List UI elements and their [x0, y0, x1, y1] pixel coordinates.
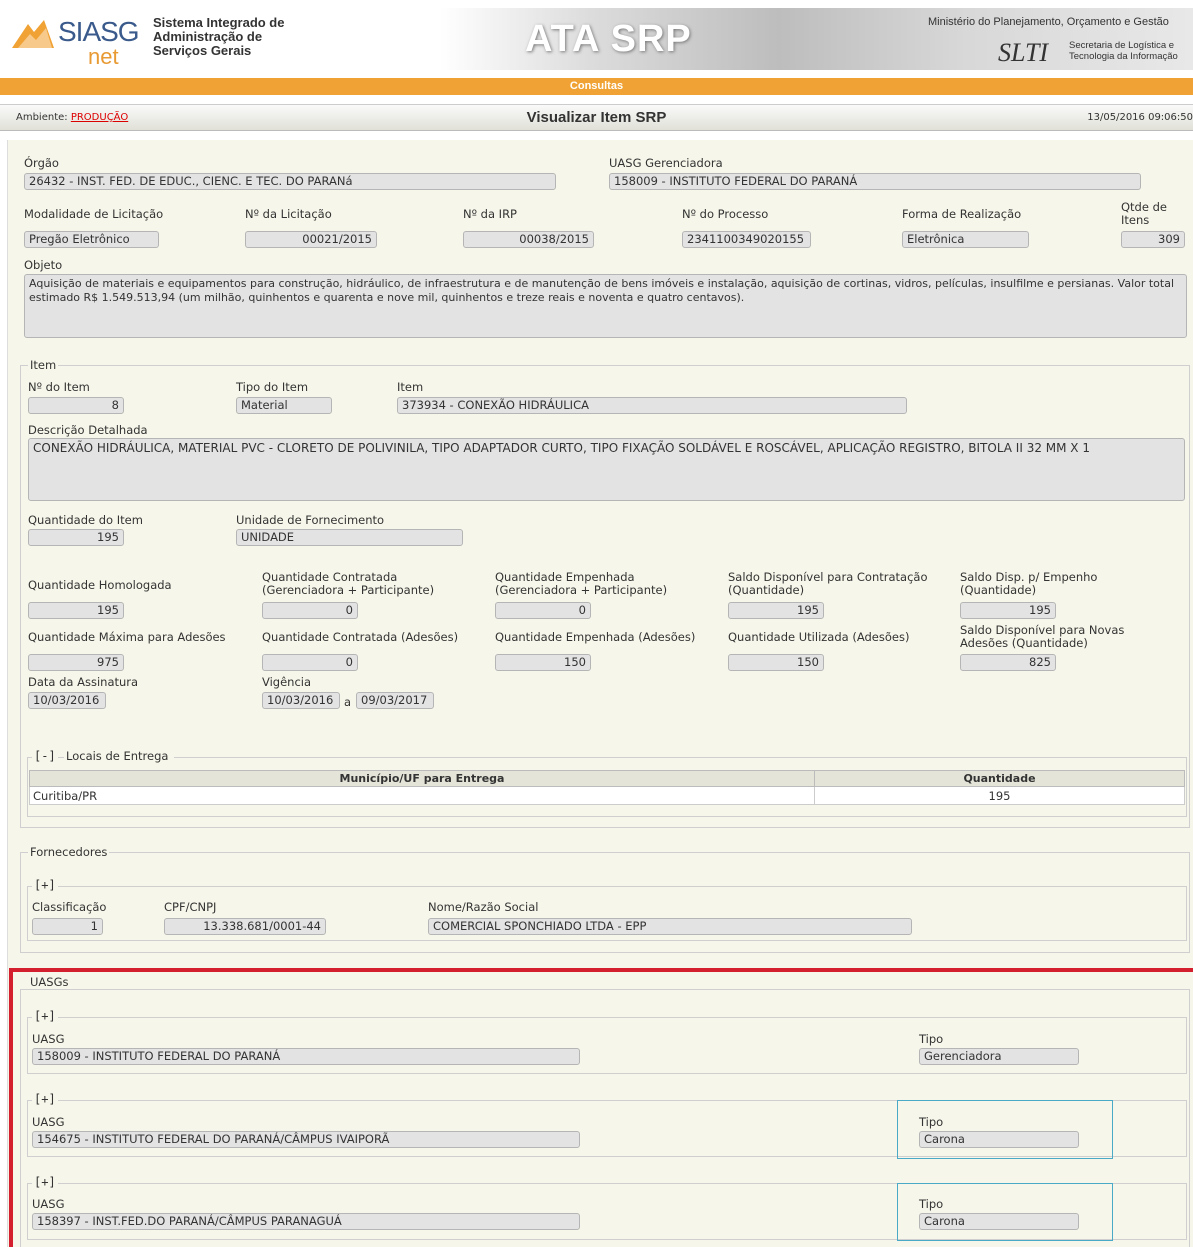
- uasg-gerenciadora-field: 158009 - INSTITUTO FEDERAL DO PARANÁ: [609, 173, 1141, 190]
- ministry-name: Ministério do Planejamento, Orçamento e …: [928, 16, 1169, 28]
- menu-consultas[interactable]: Consultas: [570, 80, 623, 92]
- forma-field: Eletrônica: [902, 231, 1029, 248]
- fornecedores-legend: Fornecedores: [28, 845, 110, 859]
- qtd-utilizada-field: 150: [728, 654, 824, 671]
- qtd-utilizada-label: Quantidade Utilizada (Adesões): [728, 630, 910, 644]
- cell-quantidade: 195: [814, 786, 1185, 805]
- qtd-empenhada-adesoes-field: 150: [495, 654, 591, 671]
- system-title-line: Serviços Gerais: [153, 43, 252, 58]
- uasg-gerenciadora-label: UASG Gerenciadora: [609, 156, 723, 170]
- irp-label: Nº da IRP: [463, 207, 517, 221]
- locais-table: Município/UF para Entrega Quantidade Cur…: [29, 770, 1185, 805]
- item-field: 373934 - CONEXÃO HIDRÁULICA: [397, 397, 907, 414]
- descricao-label: Descrição Detalhada: [28, 423, 148, 437]
- cnpj-field: 13.338.681/0001-44: [164, 918, 326, 935]
- qtd-item-field: 195: [28, 529, 124, 546]
- siasg-logo[interactable]: SIASG net: [10, 14, 143, 69]
- datetime: 13/05/2016 09:06:50: [1087, 112, 1193, 123]
- saldo-adesoes-field: 825: [960, 654, 1056, 671]
- modalidade-label: Modalidade de Licitação: [24, 207, 164, 221]
- qtd-contratada-adesoes-label: Quantidade Contratada (Adesões): [262, 630, 459, 644]
- classificacao-field: 1: [32, 918, 103, 935]
- qtd-contratada-adesoes-field: 0: [262, 654, 358, 671]
- locais-toggle[interactable]: [-]: [32, 749, 58, 763]
- saldo-contratacao-field: 195: [728, 602, 824, 619]
- system-title: Sistema Integrado de Administração de Se…: [153, 16, 284, 58]
- saldo-empenho-field: 195: [960, 602, 1056, 619]
- data-assinatura-label: Data da Assinatura: [28, 675, 139, 689]
- modalidade-field: Pregão Eletrônico: [24, 231, 159, 248]
- qtde-itens-label: Qtde de Itens: [1121, 200, 1167, 227]
- menu-bar: Consultas: [0, 78, 1193, 95]
- unidade-field: UNIDADE: [236, 529, 463, 546]
- system-title-line: Sistema Integrado de: [153, 15, 285, 30]
- objeto-label: Objeto: [24, 258, 63, 272]
- slti-text-line: Tecnologia da Informação: [1069, 51, 1178, 62]
- page-title: Visualizar Item SRP: [526, 109, 667, 126]
- licitacao-label: Nº da Licitação: [245, 207, 332, 221]
- data-assinatura-field: 10/03/2016: [28, 692, 106, 709]
- processo-label: Nº do Processo: [682, 207, 769, 221]
- red-highlight-box: [9, 968, 1193, 1247]
- siasg-logo-icon: [12, 20, 54, 48]
- qtde-itens-field: 309: [1121, 231, 1185, 248]
- table-header-row: Município/UF para Entrega Quantidade: [29, 770, 1185, 787]
- nome-field: COMERCIAL SPONCHIADO LTDA - EPP: [428, 918, 912, 935]
- orgao-label: Órgão: [24, 156, 59, 170]
- app-header: SIASG net Sistema Integrado de Administr…: [0, 0, 1193, 78]
- item-legend: Item: [28, 358, 59, 372]
- classificacao-label: Classificação: [32, 900, 107, 914]
- vigencia-label: Vigência: [262, 675, 312, 689]
- saldo-contratacao-label: Saldo Disponível para Contratação (Quant…: [728, 570, 928, 597]
- forma-label: Forma de Realização: [902, 207, 1022, 221]
- descricao-textarea[interactable]: CONEXÃO HIDRÁULICA, MATERIAL PVC - CLORE…: [28, 438, 1185, 501]
- slti-logo: SLTI: [998, 38, 1049, 67]
- slti-text-line: Secretaria de Logística e: [1069, 40, 1175, 51]
- vigencia-fim-field: 09/03/2017: [356, 692, 434, 709]
- orgao-field: 26432 - INST. FED. DE EDUC., CIENC. E TE…: [24, 173, 556, 190]
- qtd-homologada-label: Quantidade Homologada: [28, 578, 172, 592]
- cell-municipio: Curitiba/PR: [29, 786, 815, 805]
- banner-title: ATA SRP: [525, 18, 692, 60]
- qtd-item-label: Quantidade do Item: [28, 513, 143, 527]
- nome-label: Nome/Razão Social: [428, 900, 539, 914]
- table-row: Curitiba/PR 195: [29, 786, 1185, 805]
- saldo-empenho-label: Saldo Disp. p/ Empenho (Quantidade): [960, 570, 1098, 597]
- licitacao-field: 00021/2015: [245, 231, 377, 248]
- slti-text: Secretaria de Logística e Tecnologia da …: [1069, 40, 1178, 62]
- qtd-max-adesoes-field: 975: [28, 654, 124, 671]
- saldo-adesoes-label: Saldo Disponível para Novas Adesões (Qua…: [960, 623, 1125, 650]
- item-tipo-label: Tipo do Item: [236, 380, 309, 394]
- qtd-empenhada-label: Quantidade Empenhada (Gerenciadora + Par…: [495, 570, 668, 597]
- qtd-empenhada-adesoes-label: Quantidade Empenhada (Adesões): [495, 630, 696, 644]
- item-tipo-field: Material: [236, 397, 332, 414]
- system-title-line: Administração de: [153, 29, 263, 44]
- logo-net-text: net: [88, 44, 119, 69]
- item-label: Item: [397, 380, 424, 394]
- unidade-label: Unidade de Fornecimento: [236, 513, 385, 527]
- fornecedor-toggle[interactable]: [+]: [32, 878, 58, 892]
- col-municipio: Município/UF para Entrega: [29, 770, 815, 787]
- qtd-empenhada-field: 0: [495, 602, 591, 619]
- qtd-contratada-label: Quantidade Contratada (Gerenciadora + Pa…: [262, 570, 435, 597]
- vigencia-separator: a: [344, 695, 352, 709]
- locais-legend: Locais de Entrega: [64, 749, 175, 763]
- item-num-field: 8: [28, 397, 124, 414]
- cnpj-label: CPF/CNPJ: [164, 900, 217, 914]
- item-num-label: Nº do Item: [28, 380, 90, 394]
- qtd-max-adesoes-label: Quantidade Máxima para Adesões: [28, 630, 226, 644]
- vigencia-inicio-field: 10/03/2016: [262, 692, 340, 709]
- qtd-contratada-field: 0: [262, 602, 358, 619]
- col-quantidade: Quantidade: [814, 770, 1185, 787]
- objeto-textarea[interactable]: Aquisição de materiais e equipamentos pa…: [24, 274, 1187, 338]
- irp-field: 00038/2015: [463, 231, 594, 248]
- processo-field: 23411003490201​55: [682, 231, 811, 248]
- qtd-homologada-field: 195: [28, 602, 124, 619]
- title-bar: Ambiente: PRODUÇÃO Visualizar Item SRP 1…: [0, 104, 1193, 131]
